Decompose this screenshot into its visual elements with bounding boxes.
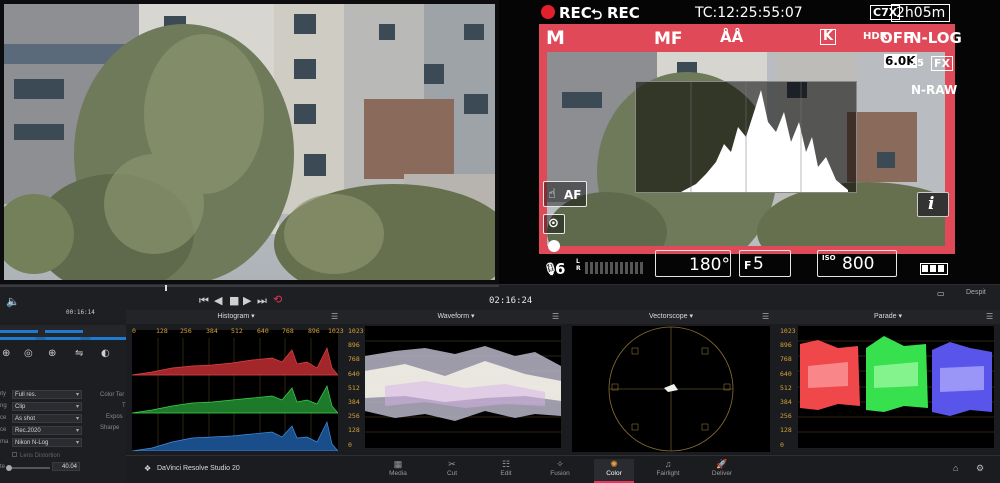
histogram-x-ticks: 0 128 256 384 512 640 768 896 1023 [132, 327, 344, 335]
exposure-mode: M [546, 27, 565, 49]
right-panel-label: Despit [966, 289, 986, 296]
white-balance-row[interactable]: ce As shot [0, 414, 84, 424]
mic-channels: L R [576, 258, 581, 272]
loop-icon[interactable]: ⟲ [273, 293, 282, 306]
record-button-icon[interactable] [548, 240, 560, 252]
fps: 25 [910, 58, 924, 69]
parade-settings-icon[interactable]: ☰ [986, 312, 993, 321]
nav-fusion[interactable]: ✧ Fusion [540, 459, 580, 477]
track-bar-1 [0, 330, 38, 333]
fusion-icon: ✧ [556, 459, 564, 469]
rec-label: REC [559, 4, 592, 22]
resolve-logo-icon: ❖ [144, 464, 152, 473]
record-dot-icon [541, 5, 555, 19]
node-icon[interactable]: ⊕ [2, 348, 10, 359]
home-icon[interactable]: ⌂ [953, 463, 958, 473]
app-name: DaVinci Resolve Studio 20 [157, 465, 240, 472]
go-to-end-icon[interactable]: ⏭ [257, 294, 267, 308]
rec2-label: REC [607, 4, 640, 22]
picture-style: K [820, 29, 837, 45]
face-detect-icon: ÅÅ [720, 28, 744, 46]
lens-distortion-checkbox[interactable]: Lens Distortion [12, 452, 60, 459]
transport-timecode: 02:16:24 [489, 296, 533, 306]
viewer-frame-image [4, 4, 495, 280]
codec: N-RAW [911, 83, 958, 97]
metering-icon[interactable]: ⊙ [543, 214, 565, 234]
aperture-display: F 5 [739, 250, 791, 277]
volume-icon[interactable]: 🔈 [6, 295, 20, 308]
edit-icon: ☷ [501, 459, 511, 469]
parade-scope [798, 326, 994, 448]
parade-header: Parade ▾ [776, 310, 1000, 324]
vectorscope-scope [572, 326, 770, 452]
histogram-panel: Histogram ▾ ☰ 0 128 256 384 512 640 768 896 1023 [126, 310, 346, 455]
swap-icon[interactable]: ⇋ [75, 348, 83, 359]
vectorscope-panel: Vectorscope ▾ ☰ [566, 310, 776, 455]
nav-edit[interactable]: ☷ Edit [486, 459, 526, 477]
nav-fairlight[interactable]: ♫ Fairlight [648, 459, 688, 477]
stop-icon[interactable]: ■ [229, 294, 239, 307]
fairlight-icon: ♫ [664, 459, 672, 469]
camera-histogram [635, 81, 857, 193]
focus-mode: MF [654, 29, 683, 49]
battery-icon [920, 263, 948, 275]
zoom-in-icon[interactable]: ⊕ [48, 348, 56, 359]
slider-label: te [0, 464, 6, 470]
slider-track[interactable] [6, 465, 50, 471]
settings-gear-icon[interactable]: ⚙ [976, 463, 984, 474]
parade-y-ticks: 1023 896 768 640 512 384 256 128 0 [780, 327, 796, 449]
histogram-scope: 0 128 256 384 512 640 768 896 1023 [132, 327, 344, 451]
cut-icon: ✂ [448, 459, 456, 469]
nav-deliver[interactable]: 🚀 Deliver [702, 459, 742, 477]
touch-icon: ☝ [548, 187, 556, 202]
camera-raw-settings: ityFull res. ngClip ceAs shot ceRec.2020… [0, 390, 86, 471]
waveform-header: Waveform ▾ [346, 310, 566, 324]
left-tool-panel: 00:16:14 ⊕ ◎ ⊕ ⇋ ◐ ityFull res. ngClip c… [0, 309, 126, 483]
panel-timecode: 00:16:14 [66, 309, 95, 316]
waveform-panel: Waveform ▾ ☰ 1023 896 768 640 512 384 256 128 0 [346, 310, 566, 455]
go-to-start-icon[interactable]: ⏮ [199, 294, 209, 308]
side-labels: Color Ter T Expos Sharpe [100, 392, 126, 431]
vectorscope-header: Vectorscope ▾ [566, 310, 776, 324]
nav-media[interactable]: ▦ Media [378, 459, 418, 477]
play-icon[interactable]: ▶ [243, 294, 251, 307]
shutter-display: 180° [655, 250, 731, 277]
wipe-icon[interactable]: ◐ [101, 348, 110, 359]
fx-badge: FX [931, 56, 953, 71]
battery-time: 2h05m [891, 4, 951, 22]
touch-af-button[interactable]: ☝ AF [543, 181, 587, 207]
panel-toggle-icon[interactable]: ▭ [937, 289, 945, 298]
nav-color[interactable]: ✺ Color [594, 459, 634, 483]
page-navigation-bar: ❖ DaVinci Resolve Studio 20 ▦ Media ✂ Cut … [126, 455, 1000, 483]
track-bar-2 [45, 330, 83, 333]
color-icon: ✺ [610, 459, 618, 469]
nav-cut[interactable]: ✂ Cut [432, 459, 472, 477]
playhead[interactable] [165, 285, 167, 291]
histogram-header: Histogram ▾ [126, 310, 346, 324]
slider-value[interactable]: 40.04 [52, 462, 80, 471]
iso-display: ISO 800 [817, 250, 897, 277]
camera-monitor-viewer[interactable]: REC ⮌ REC TC:12:25:55:07 C7X 2h05m M MF … [499, 0, 1000, 284]
color-space-row[interactable]: ce Rec.2020 [0, 426, 84, 436]
gamma-row[interactable]: ma Nikon N-Log [0, 438, 84, 448]
timecode: TC:12:25:55:07 [695, 5, 803, 21]
audio-meter [585, 262, 645, 274]
decode-quality-row[interactable]: ity Full res. [0, 390, 84, 400]
af-label: AF [564, 188, 582, 202]
decode-using-row[interactable]: ng Clip [0, 402, 84, 412]
vectorscope-settings-icon[interactable]: ☰ [762, 312, 769, 321]
target-icon[interactable]: ◎ [24, 348, 33, 359]
parade-panel: Parade ▾ ☰ 1023 896 768 640 512 384 256 128 0 [776, 310, 1000, 455]
log-mode: N-LOG [909, 29, 962, 47]
waveform-settings-icon[interactable]: ☰ [552, 312, 559, 321]
play-reverse-icon[interactable]: ◀ [214, 294, 222, 307]
source-viewer[interactable] [0, 0, 499, 284]
info-button[interactable]: i [917, 192, 949, 217]
histogram-settings-icon[interactable]: ☰ [331, 312, 338, 321]
deliver-icon: 🚀 [716, 459, 728, 469]
media-icon: ▦ [393, 459, 403, 469]
waveform-scope [365, 326, 561, 448]
waveform-y-ticks: 1023 896 768 640 512 384 256 128 0 [348, 327, 364, 449]
mic-level: 6 [555, 260, 566, 278]
